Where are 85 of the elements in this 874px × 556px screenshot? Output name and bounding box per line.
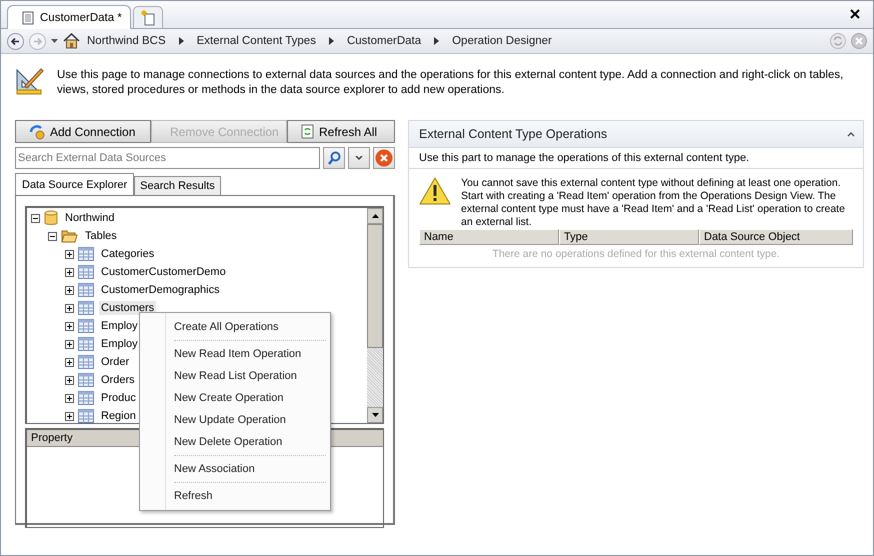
menu-item[interactable]: Refresh <box>140 485 330 507</box>
warning-message: You cannot save this external content type without defining at least one operation. Start with creating a 'Read Item' operation from the Operations Design View. The external content type must have a 'Read Item' and a 'Read List' operation to create an external list. <box>461 177 846 229</box>
chevron-icon <box>328 37 334 45</box>
close-icon <box>375 149 393 167</box>
column-header[interactable]: Name <box>419 229 559 245</box>
collapse-icon[interactable] <box>48 232 57 240</box>
expand-icon[interactable] <box>65 376 74 384</box>
menu-item[interactable]: New Read Item Operation <box>140 343 330 365</box>
tree-item[interactable]: Categories <box>99 247 156 261</box>
expand-icon[interactable] <box>65 286 74 294</box>
panel-title: External Content Type Operations <box>419 127 608 141</box>
expand-icon[interactable] <box>65 340 74 348</box>
tree-item[interactable]: Employ <box>99 319 140 333</box>
dropdown-button[interactable] <box>348 147 370 169</box>
open-folder-icon <box>61 229 78 243</box>
table-icon <box>78 319 94 333</box>
menu-item[interactable]: Create All Operations <box>140 316 330 338</box>
refresh-document-icon <box>301 124 314 139</box>
menu-item[interactable]: New Association <box>140 458 330 480</box>
expand-icon[interactable] <box>65 358 74 366</box>
tree-item[interactable]: CustomerDemographics <box>99 283 222 297</box>
table-icon <box>78 265 94 279</box>
search-button[interactable] <box>323 147 345 169</box>
new-tab-button[interactable] <box>132 6 163 28</box>
table-icon <box>78 391 94 405</box>
expand-icon[interactable] <box>65 412 74 420</box>
breadcrumb-link[interactable]: Northwind BCS <box>85 35 168 47</box>
clear-button[interactable] <box>373 147 395 169</box>
search-field[interactable]: Search External Data Sources <box>15 147 320 169</box>
expand-icon[interactable] <box>65 304 74 312</box>
expand-icon[interactable] <box>65 322 74 330</box>
table-icon <box>78 355 94 369</box>
breadcrumb-link[interactable]: CustomerData <box>344 35 424 47</box>
database-icon <box>44 210 58 226</box>
panel-description: Use this part to manage the operations of this external content type. <box>409 148 863 169</box>
tree-item[interactable]: Order <box>99 355 132 369</box>
tree-item[interactable]: Tables <box>83 229 119 243</box>
expand-icon[interactable] <box>65 268 74 276</box>
collapse-icon[interactable] <box>31 214 40 222</box>
scrollbar[interactable] <box>367 208 383 423</box>
collapse-icon[interactable] <box>847 132 855 136</box>
chevron-down-icon <box>355 156 363 160</box>
design-tools-icon <box>15 66 45 96</box>
tree-item[interactable]: Region <box>99 409 138 423</box>
table-icon <box>78 373 94 387</box>
table-icon <box>78 337 94 351</box>
breadcrumb-link[interactable]: Operation Designer <box>450 35 554 47</box>
new-document-icon <box>140 10 156 26</box>
tree-item[interactable]: Employ <box>99 337 140 351</box>
menu-item[interactable]: New Create Operation <box>140 387 330 409</box>
tree-item[interactable]: Northwind <box>63 211 117 225</box>
explorer-tab[interactable]: Search Results <box>134 176 221 195</box>
toolbar-button[interactable]: Refresh All <box>287 120 395 143</box>
table-icon <box>78 247 94 261</box>
table-icon <box>78 283 94 297</box>
connection-icon <box>29 124 45 140</box>
dropdown-icon[interactable] <box>51 39 58 43</box>
toolbar-button[interactable]: Add Connection <box>15 120 151 143</box>
chevron-icon <box>434 37 440 45</box>
close-button[interactable] <box>849 8 861 20</box>
column-header[interactable]: Data Source Object <box>699 229 853 245</box>
tree-item[interactable]: Customers <box>99 301 156 315</box>
table-icon <box>78 301 94 315</box>
home-icon <box>63 33 80 49</box>
document-tab[interactable]: CustomerData * <box>7 5 131 29</box>
scroll-down-icon[interactable] <box>372 413 378 417</box>
scroll-up-icon[interactable] <box>372 214 378 218</box>
page-description: Use this page to manage connections to external data sources and the operations for this external content type. Add a connection and right-click on tables, views, stored procedures or methods in the data source explorer to add new operations. <box>57 68 844 98</box>
back-icon[interactable] <box>7 32 24 50</box>
tree-item[interactable]: Orders <box>99 373 137 387</box>
menu-item[interactable]: New Update Operation <box>140 409 330 431</box>
expand-icon[interactable] <box>65 250 74 258</box>
document-icon <box>22 10 34 24</box>
table-icon <box>78 409 94 423</box>
empty-message: There are no operations defined for this external content type. <box>491 247 781 262</box>
tree-item[interactable]: Produc <box>99 391 138 405</box>
chevron-icon <box>178 37 184 45</box>
search-icon <box>327 151 341 165</box>
tree-item[interactable]: CustomerCustomerDemo <box>99 265 228 279</box>
column-header[interactable]: Type <box>559 229 699 245</box>
expand-icon[interactable] <box>65 394 74 402</box>
warning-icon <box>419 177 451 205</box>
explorer-tab[interactable]: Data Source Explorer <box>15 173 134 195</box>
menu-item[interactable]: New Read List Operation <box>140 365 330 387</box>
breadcrumb-link[interactable]: External Content Types <box>194 35 318 47</box>
